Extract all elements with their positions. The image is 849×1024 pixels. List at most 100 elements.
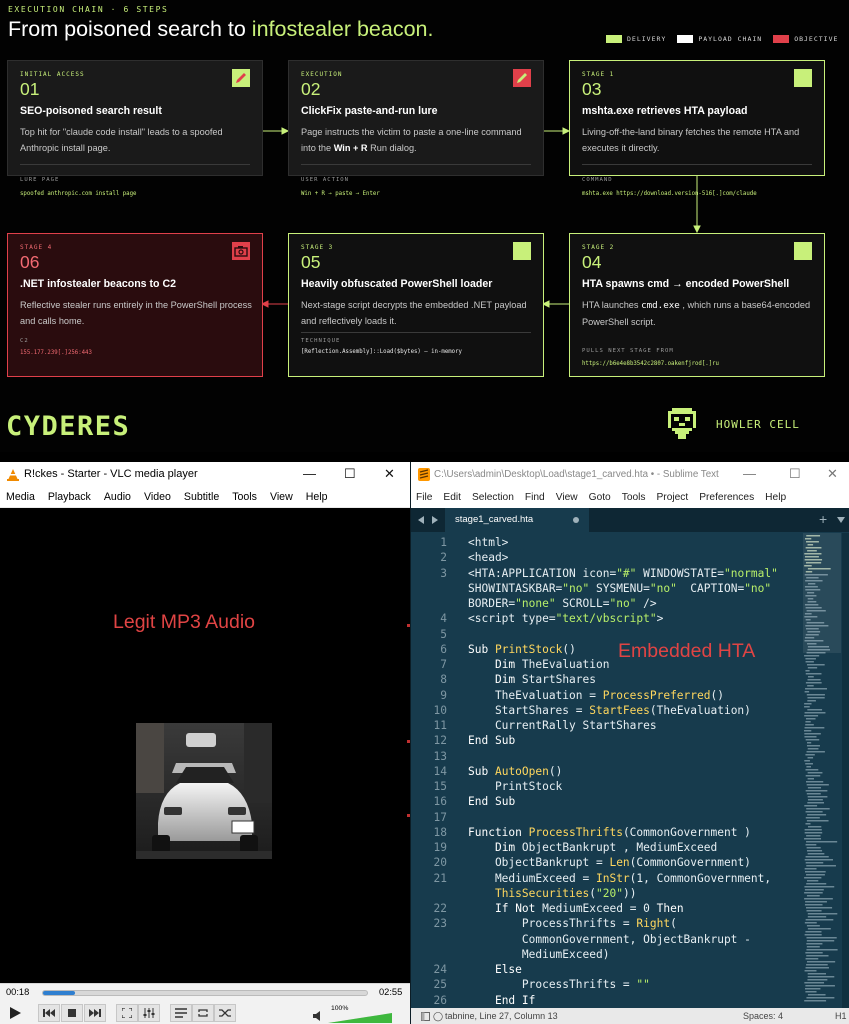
step-description: Top hit for "claude code install" leads … [20,127,223,153]
menu-audio[interactable]: Audio [104,491,131,503]
seek-bar-fill [43,991,76,995]
line-text: ThisSecurities("20")) [494,886,637,900]
line-number: 8 [440,673,447,687]
indentation-setting[interactable]: Spaces: 4 [743,1011,783,1021]
minimap-line [804,889,824,891]
line-number: 20 [433,856,447,870]
line-number: 14 [433,764,447,778]
minimap-line [804,1000,827,1002]
vlc-titlebar: R!ckes - Starter - VLC media player — ☐ … [0,462,410,487]
line-text: SHOWINTASKBAR="no" SYSMENU="no" CAPTION=… [468,581,772,595]
shuffle-icon [219,1009,231,1017]
menu-tools[interactable]: Tools [232,491,257,503]
menu-subtitle[interactable]: Subtitle [184,491,219,503]
howler-monkey-icon [668,408,696,439]
minimap-line [807,667,818,669]
minimap-line [806,847,821,849]
fullscreen-button[interactable] [116,1004,138,1022]
field-label: TECHNIQUE [301,338,341,344]
next-button[interactable] [84,1004,106,1022]
menu-selection[interactable]: Selection [472,492,514,503]
step-description: Reflective stealer runs entirely in the … [20,300,252,326]
code-editor[interactable]: 1 <html> 2 <head> 3 <HTA:APPLICATION icon="#"… [411,533,801,1008]
line-text: ProcessThrifts = "" [468,978,650,992]
minimap-line [806,940,835,942]
step-tag: STAGE 4 [20,244,53,251]
seek-bar[interactable] [42,990,368,996]
fullscreen-icon [122,1008,132,1018]
video-area[interactable]: Legit MP3 Audio [0,508,410,983]
menu-preferences[interactable]: Preferences [699,492,754,503]
play-button[interactable] [2,1004,28,1022]
close-button[interactable]: ✕ [384,466,395,482]
minimap-line [805,952,823,954]
extended-settings-button[interactable] [138,1004,160,1022]
cyderes-logo: CYDERES [6,406,162,445]
line-number: 5 [440,627,447,641]
shuffle-button[interactable] [214,1004,236,1022]
step-description: HTA launches cmd.exe , which runs a base… [582,297,814,330]
tab-dropdown-icon[interactable] [837,517,845,523]
minimap-line [805,901,827,903]
vertical-scrollbar[interactable] [842,533,849,1008]
minimap-line [804,712,826,714]
menu-playback[interactable]: Playback [48,491,91,503]
minimap-line [805,985,835,987]
menu-media[interactable]: Media [6,491,35,503]
tab-stage1-carved[interactable]: stage1_carved.hta [445,508,589,532]
menu-help[interactable]: Help [765,492,786,503]
syntax-setting[interactable]: H1 [835,1011,847,1021]
line-number: 21 [433,871,447,885]
maximize-button[interactable]: ☐ [344,466,356,482]
minimap-line [805,769,819,771]
minimap-line [807,748,819,750]
line-number: 19 [433,841,447,854]
menu-help[interactable]: Help [306,491,328,503]
speaker-icon[interactable] [313,1010,325,1022]
menu-file[interactable]: File [416,492,432,503]
unsaved-dot-icon[interactable] [573,517,579,523]
line-text: Dim TheEvaluation [494,658,610,671]
square-icon [794,242,812,260]
minimize-button[interactable]: — [743,466,756,481]
menu-edit[interactable]: Edit [443,492,461,503]
close-button[interactable]: ✕ [827,466,838,482]
step-card-04: STAGE 2 04 HTA spawns cmd → encoded Powe… [569,233,825,377]
line-number: 18 [433,825,447,839]
menu-tools[interactable]: Tools [622,492,646,503]
playlist-button[interactable] [170,1004,192,1022]
menu-view[interactable]: View [270,491,293,503]
menu-find[interactable]: Find [525,492,545,503]
minimap[interactable] [803,533,841,1008]
field-value: 155.177.239[.]256:443 [20,350,92,356]
previous-button[interactable] [38,1004,60,1022]
new-tab-icon[interactable]: + [819,511,827,527]
menu-goto[interactable]: Goto [589,492,611,503]
volume-slider[interactable] [328,1013,392,1023]
menu-video[interactable]: Video [144,491,171,503]
minimap-line [807,994,826,996]
minimap-line [806,820,829,822]
line-text: Else [494,963,522,976]
maximize-button[interactable]: ☐ [789,466,801,482]
panel-toggle-icon[interactable] [421,1012,430,1021]
status-bar: ◯ tabnine, Line 27, Column 13 Spaces: 4 … [411,1008,849,1024]
step-description: Page instructs the victim to paste a one… [301,124,533,156]
howler-cell-label: HOWLER CELL [716,417,800,431]
step-title: .NET infostealer beacons to C2 [20,278,176,290]
menu-project[interactable]: Project [657,492,689,503]
minimap-line [807,802,825,804]
field-value: Win + R → paste → Enter [301,191,380,197]
line-number: 1 [440,536,447,549]
field-label: C2 [20,338,29,344]
tab-nav-arrows-icon[interactable] [418,515,438,525]
loop-button[interactable] [192,1004,214,1022]
menu-view[interactable]: View [556,492,578,503]
line-number: 4 [440,612,447,626]
minimap-line [804,703,812,705]
line-number: 16 [433,795,447,809]
minimap-line [807,976,835,978]
stop-button[interactable] [61,1004,83,1022]
field-label: LURE PAGE [20,177,60,183]
minimize-button[interactable]: — [303,466,316,481]
